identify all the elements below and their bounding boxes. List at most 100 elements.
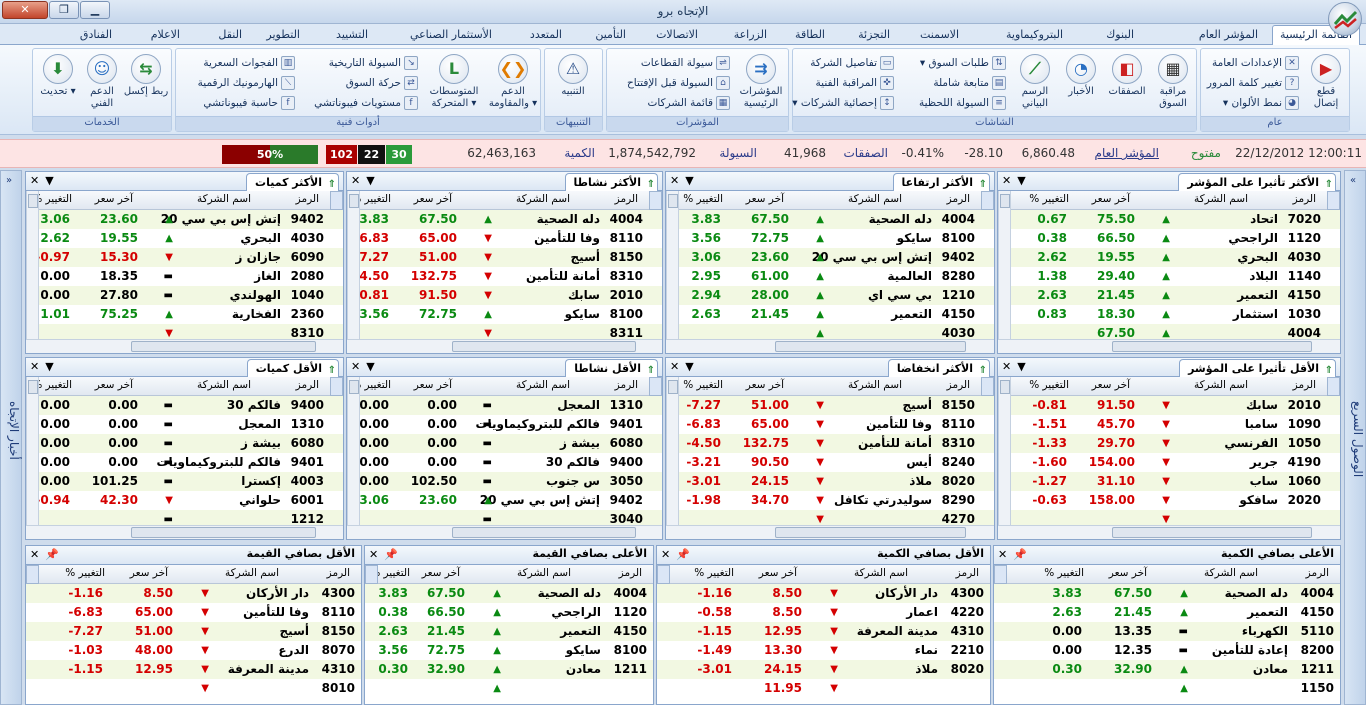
col-last[interactable]: آخر سعر xyxy=(1092,193,1130,205)
table-row[interactable]: 2360 الفخارية ▲ 75.25 1.01 xyxy=(26,305,343,324)
horizontal-scrollbar[interactable] xyxy=(666,525,994,539)
tab-8[interactable]: الاتصالات xyxy=(649,26,705,45)
col-code[interactable]: الرمز xyxy=(615,193,638,205)
table-row[interactable]: 6090 جازان ز ▼ 15.30 -0.97 xyxy=(26,248,343,267)
pin-icon[interactable]: 📌 xyxy=(676,548,690,561)
col-name[interactable]: اسم الشركة xyxy=(1204,567,1258,579)
close-icon[interactable]: ✕ xyxy=(369,548,378,561)
table-row[interactable]: 1310 المعجل ▬ 0.00 0.00 xyxy=(347,396,662,415)
scroll-thumb[interactable] xyxy=(131,527,316,538)
col-last[interactable]: آخر سعر xyxy=(95,379,133,391)
table-row[interactable]: 1120 الراجحي ▲ 66.50 0.38 xyxy=(365,603,653,622)
historical-liquidity-button[interactable]: ↘السيولة التاريخية xyxy=(329,54,418,72)
market-orders-button[interactable]: ⇅طلبات السوق ▾ xyxy=(920,54,1006,72)
dropdown-icon[interactable]: ▼ xyxy=(366,360,374,373)
comprehensive-button[interactable]: ▤متابعة شاملة xyxy=(933,74,1006,92)
table-row[interactable]: 8240 أيس ▼ 90.50 -3.21 xyxy=(666,453,994,472)
horizontal-scrollbar[interactable] xyxy=(347,525,662,539)
col-name[interactable]: اسم الشركة xyxy=(848,379,902,391)
col-code[interactable]: الرمز xyxy=(1293,193,1316,205)
panel-tab[interactable]: الأكثر ارتفاعا ⇑ xyxy=(892,173,990,191)
vertical-scrollbar[interactable] xyxy=(998,191,1011,339)
table-row[interactable]: 4310 مدينة المعرفة ▼ 12.95 -1.15 xyxy=(26,660,361,679)
row-selector[interactable] xyxy=(994,565,1007,584)
panel-tab[interactable]: الأكثر انخفاضا ⇑ xyxy=(887,359,990,377)
table-row[interactable]: 5110 الكهرباء ▬ 13.35 0.00 xyxy=(994,622,1340,641)
table-row[interactable]: 9400 فالكم 30 ▬ 0.00 0.00 xyxy=(347,453,662,472)
tab-15[interactable]: الاعلام xyxy=(144,26,187,45)
chart-button[interactable]: ⟋ الرسم البياني xyxy=(1012,52,1058,114)
col-name[interactable]: اسم الشركة xyxy=(517,567,571,579)
table-row[interactable]: 4300 دار الأركان ▼ 8.50 -1.16 xyxy=(657,584,990,603)
table-row[interactable]: 1211 معادن ▲ 32.90 0.30 xyxy=(365,660,653,679)
col-last[interactable]: آخر سعر xyxy=(746,193,784,205)
tab-12[interactable]: التشييد xyxy=(329,26,375,45)
close-icon[interactable]: ✕ xyxy=(670,360,679,373)
tab-2[interactable]: البنوك xyxy=(1099,26,1141,45)
scroll-thumb[interactable] xyxy=(775,527,966,538)
col-change[interactable]: % التغيير xyxy=(694,567,734,579)
vertical-scrollbar[interactable] xyxy=(347,191,360,339)
table-row[interactable]: 8100 سايكو ▲ 72.75 3.56 xyxy=(365,641,653,660)
main-indices-button[interactable]: ⇉ المؤشرات الرئيسية xyxy=(736,52,786,114)
col-change[interactable]: % التغيير xyxy=(683,379,723,391)
index-label-link[interactable]: المؤشر العام xyxy=(1095,146,1159,160)
moving-averages-button[interactable]: L المتوسطات المتحركة ▾ xyxy=(424,52,484,114)
close-icon[interactable]: ✕ xyxy=(30,360,39,373)
table-row[interactable]: 4150 التعمير ▲ 21.45 2.63 xyxy=(666,305,994,324)
col-code[interactable]: الرمز xyxy=(615,379,638,391)
close-icon[interactable]: ✕ xyxy=(998,548,1007,561)
close-icon[interactable]: ✕ xyxy=(1002,174,1011,187)
table-row[interactable]: 1140 البلاد ▲ 29.40 1.38 xyxy=(998,267,1340,286)
close-icon[interactable]: ✕ xyxy=(30,174,39,187)
scroll-thumb[interactable] xyxy=(131,341,316,352)
table-row[interactable]: 8070 الدرع ▼ 48.00 -1.03 xyxy=(26,641,361,660)
table-row[interactable]: 8020 ملاذ ▼ 24.15 -3.01 xyxy=(666,472,994,491)
pin-icon[interactable]: 📌 xyxy=(45,548,59,561)
row-selector[interactable] xyxy=(26,565,39,584)
general-settings-button[interactable]: ✕الإعدادات العامة xyxy=(1212,54,1299,72)
panel-tab[interactable]: الأقل كميات ⇑ xyxy=(246,359,339,377)
change-password-button[interactable]: ?تغيير كلمة المرور xyxy=(1207,74,1299,92)
scroll-thumb[interactable] xyxy=(668,380,678,394)
dropdown-icon[interactable]: ▼ xyxy=(685,174,693,187)
preopen-liquidity-button[interactable]: ⌂السيولة قبل الإفتتاح xyxy=(627,74,730,92)
scroll-thumb[interactable] xyxy=(349,194,359,208)
col-change[interactable]: % التغيير xyxy=(65,567,105,579)
col-last[interactable]: آخر سعر xyxy=(414,193,452,205)
row-selector[interactable] xyxy=(649,191,662,210)
col-name[interactable]: اسم الشركة xyxy=(848,193,902,205)
table-row[interactable]: 2010 سابك ▼ 91.50 -0.81 xyxy=(347,286,662,305)
table-row[interactable]: 1060 ساب ▼ 31.10 -1.27 xyxy=(998,472,1340,491)
table-row[interactable]: 1120 الراجحي ▲ 66.50 0.38 xyxy=(998,229,1340,248)
horizontal-scrollbar[interactable] xyxy=(666,339,994,353)
scroll-thumb[interactable] xyxy=(775,341,966,352)
col-code[interactable]: الرمز xyxy=(296,379,319,391)
close-icon[interactable]: ✕ xyxy=(351,360,360,373)
col-name[interactable]: اسم الشركة xyxy=(516,379,570,391)
panel-tab[interactable]: الأكثر تأثيرا على المؤشر ⇑ xyxy=(1178,173,1336,191)
table-row[interactable]: 4310 مدينة المعرفة ▼ 12.95 -1.15 xyxy=(657,622,990,641)
sector-liquidity-button[interactable]: ⇌سيولة القطاعات xyxy=(641,54,730,72)
table-row[interactable]: 9402 إتش إس بي سي 20 ▲ 23.60 3.06 xyxy=(347,491,662,510)
col-last[interactable]: آخر سعر xyxy=(95,193,133,205)
col-name[interactable]: اسم الشركة xyxy=(854,567,908,579)
vertical-scrollbar[interactable] xyxy=(347,377,360,525)
table-row[interactable]: 4004 دله الصحية ▲ 67.50 3.83 xyxy=(347,210,662,229)
table-row[interactable]: 1030 استثمار ▲ 18.30 0.83 xyxy=(998,305,1340,324)
table-row[interactable]: 4190 جرير ▼ 154.00 -1.60 xyxy=(998,453,1340,472)
table-row[interactable]: 8110 وفا للتأمين ▼ 65.00 -6.83 xyxy=(666,415,994,434)
row-selector[interactable] xyxy=(330,191,343,210)
pin-icon[interactable]: 📌 xyxy=(384,548,398,561)
close-icon[interactable]: ✕ xyxy=(1002,360,1011,373)
scroll-thumb[interactable] xyxy=(349,380,359,394)
tab-9[interactable]: التأمين xyxy=(588,26,633,45)
row-selector[interactable] xyxy=(981,377,994,396)
table-row[interactable]: 9400 فالكم 30 ▬ 0.00 0.00 xyxy=(26,396,343,415)
tech-support-button[interactable]: ☺ الدعم الفني xyxy=(79,52,125,114)
scroll-thumb[interactable] xyxy=(1000,194,1010,208)
horizontal-scrollbar[interactable] xyxy=(998,525,1340,539)
support-resistance-button[interactable]: ❮❯ الدعم والمقاومة ▾ xyxy=(486,52,540,114)
vertical-scrollbar[interactable] xyxy=(26,191,39,339)
table-row[interactable]: 8310 أمانة للتأمين ▼ 132.75 -4.50 xyxy=(666,434,994,453)
